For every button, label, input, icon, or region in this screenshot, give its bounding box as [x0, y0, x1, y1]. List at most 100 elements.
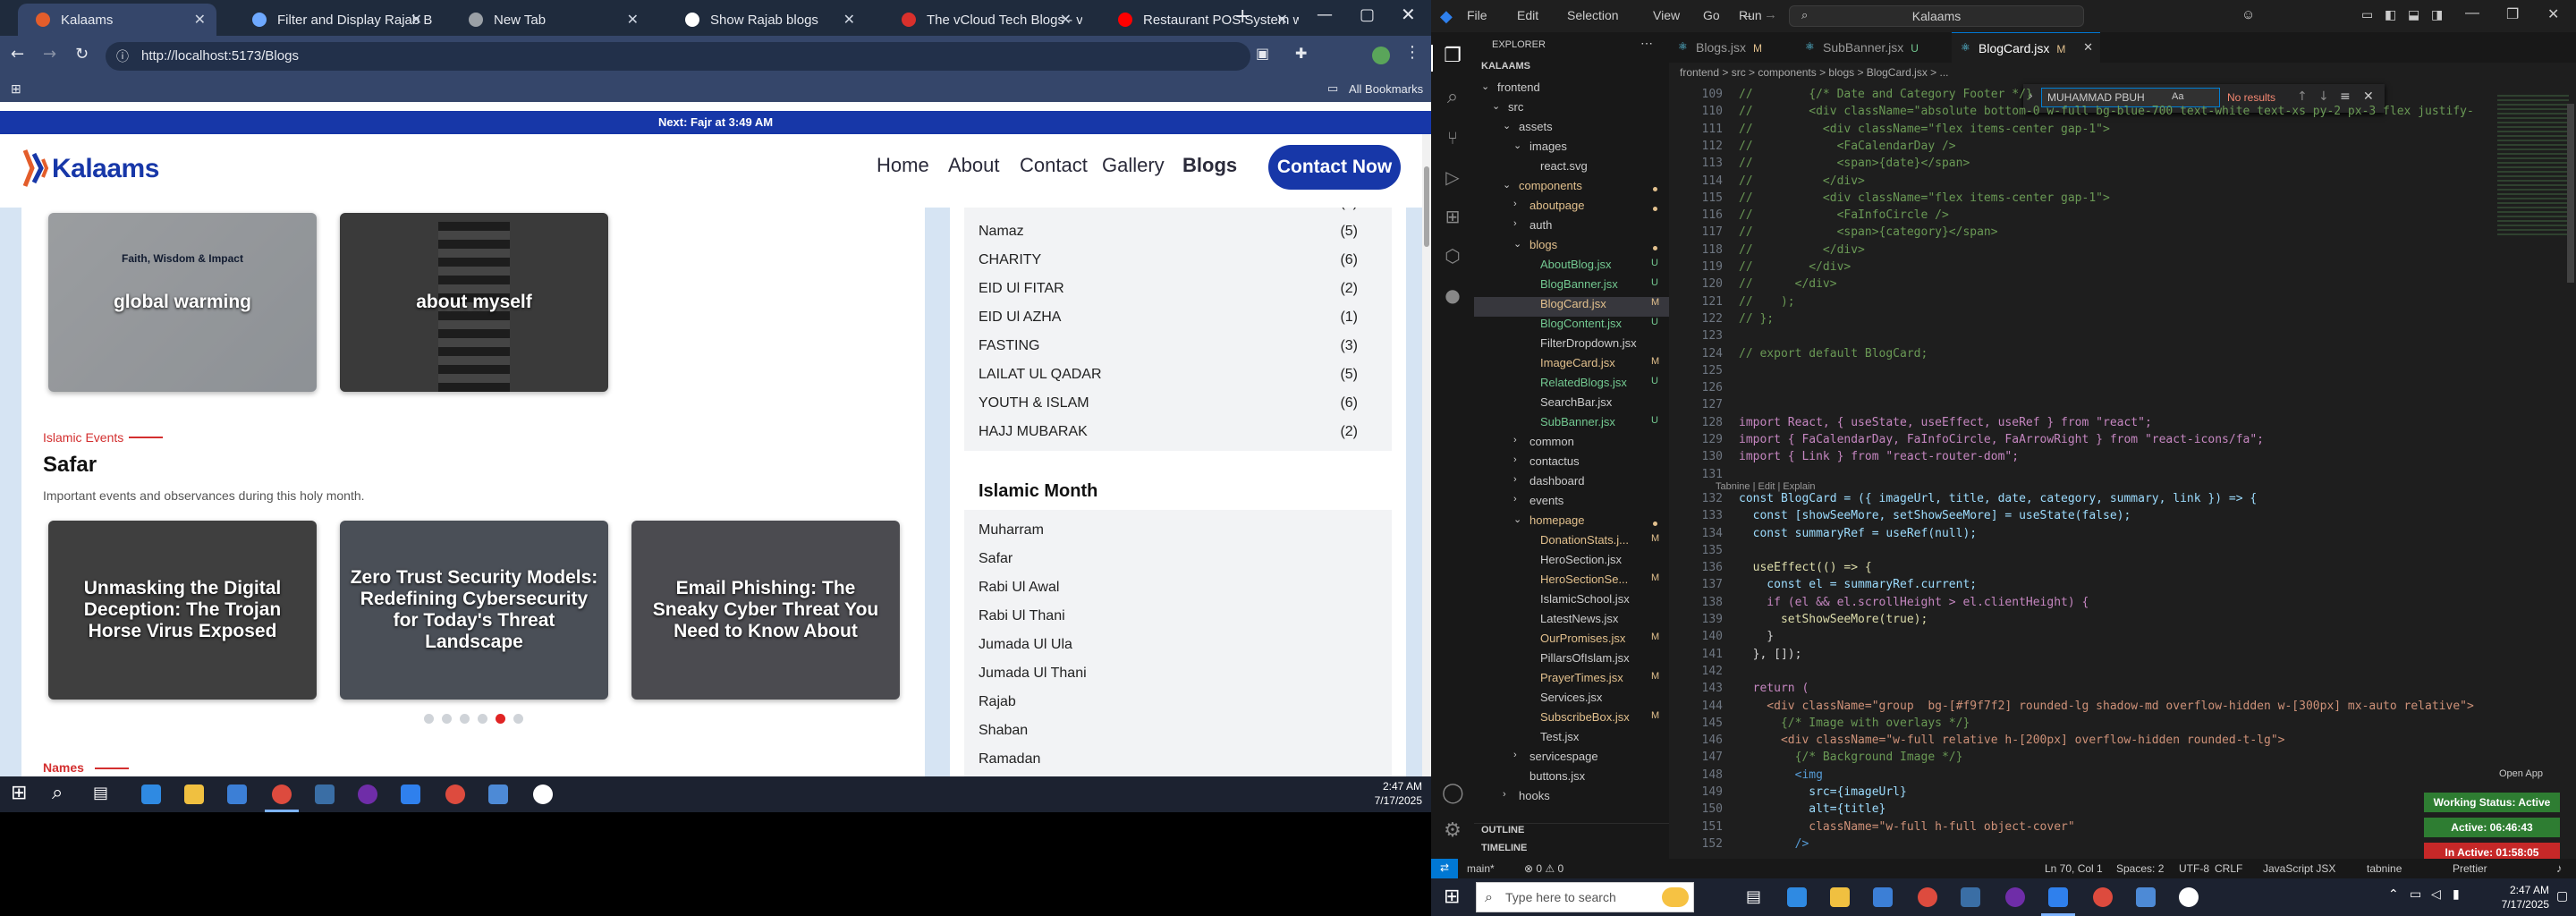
close-tab-icon[interactable]: ✕: [411, 11, 422, 29]
workspace-root[interactable]: KALAAMS: [1481, 61, 1530, 72]
month-item[interactable]: Rabi Ul Thani: [979, 608, 1358, 624]
tree-item[interactable]: SearchBar.jsx: [1474, 395, 1669, 415]
code-line[interactable]: 125: [1669, 364, 2576, 381]
scrollbar-thumb[interactable]: [1424, 166, 1429, 247]
code-line[interactable]: 144 <div className="group bg-[#f9f7f2] r…: [1669, 700, 2576, 717]
notification-center-icon[interactable]: ▢: [2556, 889, 2568, 903]
vscode-icon[interactable]: [2048, 887, 2068, 907]
code-line[interactable]: 134 const summaryRef = useRef(null);: [1669, 527, 2576, 544]
code-line[interactable]: 114 // </div>: [1669, 174, 2576, 191]
code-line[interactable]: 142: [1669, 665, 2576, 682]
contact-now-button[interactable]: Contact Now: [1268, 145, 1401, 190]
tree-item[interactable]: FilterDropdown.jsx: [1474, 336, 1669, 356]
layout-toggle-icon[interactable]: ▭: [2361, 7, 2373, 22]
new-tab-icon[interactable]: +: [1234, 5, 1250, 28]
carousel-dot[interactable]: [496, 714, 505, 724]
month-item[interactable]: Safar: [979, 551, 1358, 567]
month-item[interactable]: Ramadan: [979, 751, 1358, 768]
close-tab-icon[interactable]: ✕: [843, 11, 855, 29]
minimize-icon[interactable]: —: [1317, 5, 1333, 24]
copilot-icon[interactable]: ☺: [2241, 7, 2255, 22]
prettier-status[interactable]: Prettier: [2453, 862, 2487, 875]
code-line[interactable]: 129 import { FaCalendarDay, FaInfoCircle,…: [1669, 433, 2576, 450]
task-view-icon[interactable]: ▤: [93, 784, 108, 802]
vscode-icon[interactable]: [401, 785, 420, 804]
carousel-dot[interactable]: [424, 714, 434, 724]
carousel-dot[interactable]: [513, 714, 523, 724]
app-circle-icon[interactable]: [2179, 887, 2199, 907]
code-line[interactable]: 145 {/* Image with overlays */}: [1669, 717, 2576, 734]
file-explorer-icon[interactable]: [1830, 887, 1850, 907]
tree-item[interactable]: react.svg: [1474, 159, 1669, 179]
code-line[interactable]: 138 if (el && el.scrollHeight > el.clien…: [1669, 596, 2576, 613]
indentation-status[interactable]: Spaces: 2: [2116, 862, 2164, 875]
task-view-icon[interactable]: ▤: [1746, 887, 1761, 906]
page-scrollbar[interactable]: [1422, 134, 1431, 776]
nav-link-gallery[interactable]: Gallery: [1102, 154, 1165, 177]
month-item[interactable]: Jumada Ul Ula: [979, 637, 1358, 653]
github-desktop-icon[interactable]: [358, 785, 377, 804]
code-line[interactable]: 113 // <span>{date}</span>: [1669, 157, 2576, 174]
menu-view[interactable]: View: [1653, 8, 1680, 22]
editor-scrollbar[interactable]: [2567, 104, 2574, 283]
month-item[interactable]: Muharram: [979, 522, 1358, 539]
tree-item[interactable]: ⌄ frontend: [1474, 81, 1669, 100]
tree-item[interactable]: › servicespage: [1474, 750, 1669, 769]
month-item[interactable]: Shaban: [979, 723, 1358, 739]
taskbar-time[interactable]: 2:47 AM: [1336, 780, 1422, 793]
tree-item[interactable]: › hooks: [1474, 789, 1669, 809]
store-icon[interactable]: [227, 785, 247, 804]
browser-tab[interactable]: Filter and Display Rajab Blog✕: [234, 4, 433, 36]
code-line[interactable]: 128 import React, { useState, useEffect, …: [1669, 416, 2576, 433]
category-item[interactable]: LAILAT UL QADAR (5): [979, 367, 1358, 383]
code-line[interactable]: 124 // export default BlogCard;: [1669, 347, 2576, 364]
blog-card-global-warming[interactable]: Faith, Wisdom & Impact global warming: [48, 213, 317, 392]
timeline-section[interactable]: TIMELINE: [1481, 843, 1527, 853]
code-line[interactable]: 146 <div className="w-full relative h-[2…: [1669, 734, 2576, 751]
menu-edit[interactable]: Edit: [1517, 8, 1538, 22]
explorer-icon[interactable]: ❐: [1442, 45, 1463, 67]
emoji-widget-icon[interactable]: [1662, 887, 1689, 907]
tree-item[interactable]: LatestNews.jsx: [1474, 612, 1669, 632]
menu-selection[interactable]: Selection: [1567, 8, 1619, 22]
kalaams-logo-icon[interactable]: [20, 147, 50, 190]
tree-item[interactable]: BlogCard.jsx M: [1474, 297, 1669, 317]
tree-item[interactable]: DonationStats.j... M: [1474, 533, 1669, 553]
code-line[interactable]: 123: [1669, 329, 2576, 346]
code-line[interactable]: 132 const BlogCard = ({ imageUrl, title, …: [1669, 492, 2576, 509]
tree-item[interactable]: › events: [1474, 494, 1669, 513]
command-center-search[interactable]: Kalaams: [1789, 5, 2084, 27]
extensions-icon[interactable]: ⊞: [1442, 206, 1463, 227]
code-line[interactable]: 143 return (: [1669, 682, 2576, 699]
taskbar-date[interactable]: 7/17/2025: [1336, 794, 1422, 807]
browser-tab[interactable]: The vCloud Tech Blogs - vCl ✕: [884, 4, 1082, 36]
nav-link-blogs[interactable]: Blogs: [1182, 154, 1237, 177]
remote-icon[interactable]: ⇄: [1431, 859, 1458, 878]
tray-overflow-icon[interactable]: ⌃: [2388, 887, 2399, 902]
eol-status[interactable]: CRLF: [2215, 862, 2242, 875]
toggle-secondary-icon[interactable]: ◨: [2431, 7, 2443, 22]
editor-tab[interactable]: ⚛ BlogCard.jsx M ✕: [1952, 32, 2100, 63]
editor-tab[interactable]: ⚛ SubBanner.jsx U: [1796, 32, 1952, 63]
category-item[interactable]: MUHAMMAD PBUH (3): [979, 208, 1358, 211]
network-icon[interactable]: ▭: [2410, 887, 2421, 902]
photos-icon[interactable]: [2136, 887, 2156, 907]
code-line[interactable]: 115 // <div className="flex items-center …: [1669, 191, 2576, 208]
carousel-dot[interactable]: [478, 714, 487, 724]
tree-item[interactable]: ⌄ components: [1474, 179, 1669, 199]
month-item[interactable]: Rajab: [979, 694, 1358, 710]
close-window-icon[interactable]: ✕: [1401, 4, 1416, 25]
battery-icon[interactable]: ▮: [2453, 887, 2460, 902]
code-line[interactable]: 109 // {/* Date and Category Footer */}: [1669, 88, 2576, 105]
code-line[interactable]: 122 // };: [1669, 312, 2576, 329]
toggle-sidebar-icon[interactable]: ◧: [2385, 7, 2396, 22]
url-field[interactable]: http://localhost:5173/Blogs: [106, 42, 1250, 71]
menu-file[interactable]: File: [1467, 8, 1487, 22]
tree-item[interactable]: › aboutpage: [1474, 199, 1669, 218]
tree-item[interactable]: HeroSectionSe... M: [1474, 572, 1669, 592]
category-item[interactable]: FASTING (3): [979, 338, 1358, 354]
code-line[interactable]: 147 {/* Background Image */}: [1669, 751, 2576, 768]
site-logo-text[interactable]: Kalaams: [52, 154, 159, 184]
tree-item[interactable]: BlogContent.jsx U: [1474, 317, 1669, 336]
tree-item[interactable]: PrayerTimes.jsx M: [1474, 671, 1669, 691]
